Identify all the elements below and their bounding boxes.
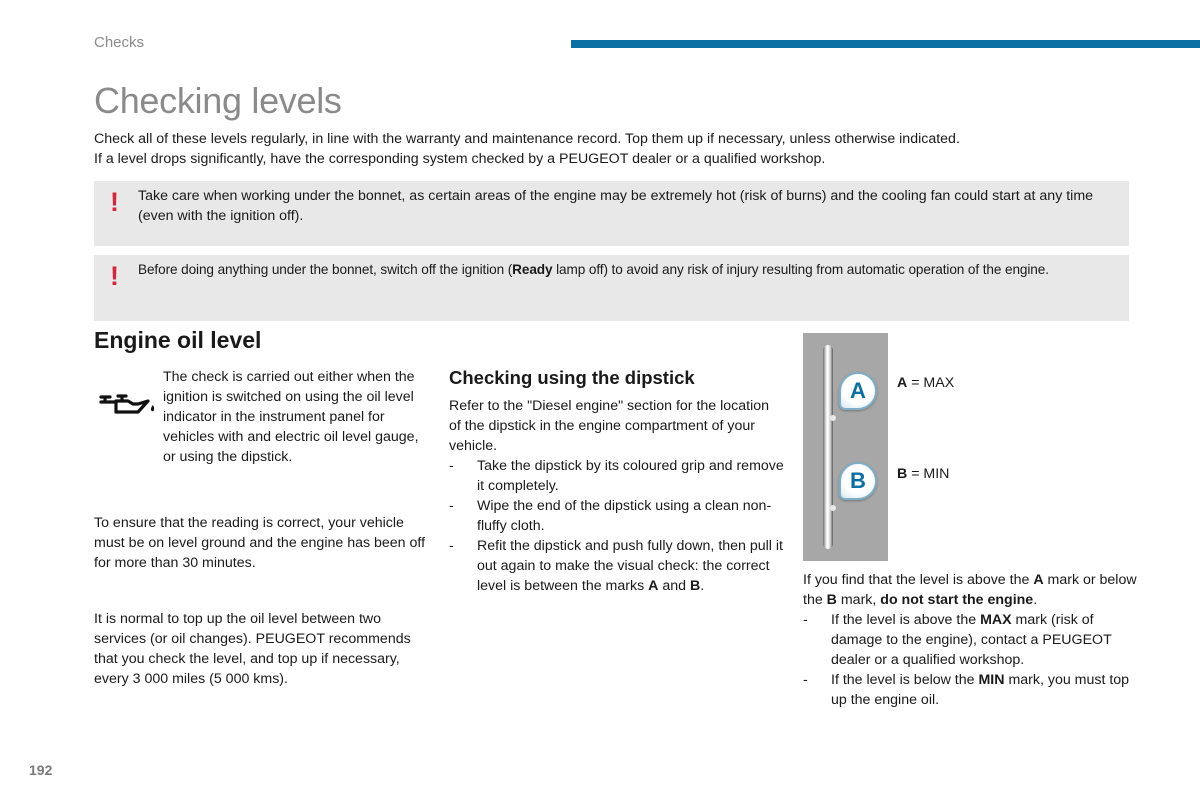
warning-box-heat: ! Take care when working under the bonne…: [94, 181, 1129, 246]
engine-oil-heading: Engine oil level: [94, 327, 262, 353]
oil-can-icon: [99, 394, 155, 414]
legend-max: A = MAX: [897, 375, 954, 391]
level-warning-paragraph: If you find that the level is above the …: [803, 570, 1143, 610]
list-item: - If the level is below the MIN mark, you…: [803, 670, 1143, 710]
top-up-recommendation: It is normal to top up the oil level bet…: [94, 611, 411, 687]
oil-check-description: The check is carried out either when the…: [163, 369, 419, 465]
do-not-start-warning: do not start the engine: [880, 592, 1034, 608]
text-part: .: [1033, 592, 1038, 608]
legend-text: = MAX: [907, 375, 955, 391]
dipstick-steps: - Take the dipstick by its coloured grip …: [449, 456, 784, 596]
step-text: .: [700, 578, 705, 594]
dash-bullet: -: [803, 672, 808, 688]
max-notch: [830, 415, 836, 421]
list-item: - If the level is above the MAX mark (ris…: [803, 610, 1143, 670]
warning-text: Take care when working under the bonnet,…: [138, 188, 1094, 224]
list-item: - Wipe the end of the dipstick using a cl…: [449, 496, 784, 536]
dipstick-heading: Checking using the dipstick: [449, 367, 695, 388]
dash-bullet: -: [449, 458, 454, 474]
page-number: 192: [29, 762, 53, 778]
dipstick-location-note: Refer to the "Diesel engine" section for…: [449, 398, 770, 454]
dash-bullet: -: [449, 498, 454, 514]
mark-b-callout: B: [839, 462, 877, 500]
item-text: If the level is above the: [831, 612, 981, 628]
dash-bullet: -: [449, 538, 454, 554]
step-text: Refit the dipstick and push fully down, …: [477, 538, 783, 594]
warning-text-part: lamp off) to avoid any risk of injury re…: [552, 262, 1049, 277]
warning-box-ignition: ! Before doing anything under the bonnet…: [94, 255, 1129, 321]
header-accent-bar: [571, 40, 1200, 48]
ready-lamp-label: Ready: [512, 262, 553, 277]
item-text: If the level is below the: [831, 672, 979, 688]
legend-letter: A: [897, 375, 908, 391]
level-actions: - If the level is above the MAX mark (ris…: [803, 610, 1143, 710]
dash-bullet: -: [803, 612, 808, 628]
mark-b-ref: B: [826, 592, 837, 608]
text-part: If you find that the level is above the: [803, 572, 1034, 588]
min-notch: [830, 505, 836, 511]
warning-text-part: Before doing anything under the bonnet, …: [138, 262, 513, 277]
mark-a-ref: A: [1033, 572, 1044, 588]
level-ground-note: To ensure that the reading is correct, y…: [94, 515, 426, 571]
exclamation-icon: !: [110, 187, 119, 217]
page-title: Checking levels: [94, 80, 342, 121]
max-label: MAX: [980, 612, 1012, 628]
min-label: MIN: [978, 672, 1005, 688]
section-label: Checks: [94, 34, 145, 51]
text-part: mark,: [836, 592, 881, 608]
legend-min: B = MIN: [897, 466, 949, 482]
warning-text: Before doing anything under the bonnet, …: [138, 260, 1123, 280]
list-item: - Take the dipstick by its coloured grip …: [449, 456, 784, 496]
legend-letter: B: [897, 466, 908, 482]
step-text: and: [658, 578, 690, 594]
legend-text: = MIN: [907, 466, 950, 482]
mark-a-callout: A: [839, 372, 877, 410]
list-item: - Refit the dipstick and push fully down,…: [449, 536, 784, 596]
step-text: Wipe the end of the dipstick using a cle…: [477, 498, 772, 534]
intro-paragraph: Check all of these levels regularly, in …: [94, 129, 1124, 169]
dipstick-diagram: A B: [803, 333, 888, 561]
exclamation-icon: !: [110, 261, 119, 291]
mark-b-ref: B: [689, 578, 701, 594]
mark-b-letter: B: [850, 468, 866, 493]
intro-line-1: Check all of these levels regularly, in …: [94, 131, 960, 147]
dipstick-rod: [823, 345, 833, 549]
intro-line-2: If a level drops significantly, have the…: [94, 151, 826, 167]
mark-a-ref: A: [648, 578, 659, 594]
mark-a-letter: A: [850, 378, 866, 403]
step-text: Take the dipstick by its coloured grip a…: [477, 458, 784, 494]
